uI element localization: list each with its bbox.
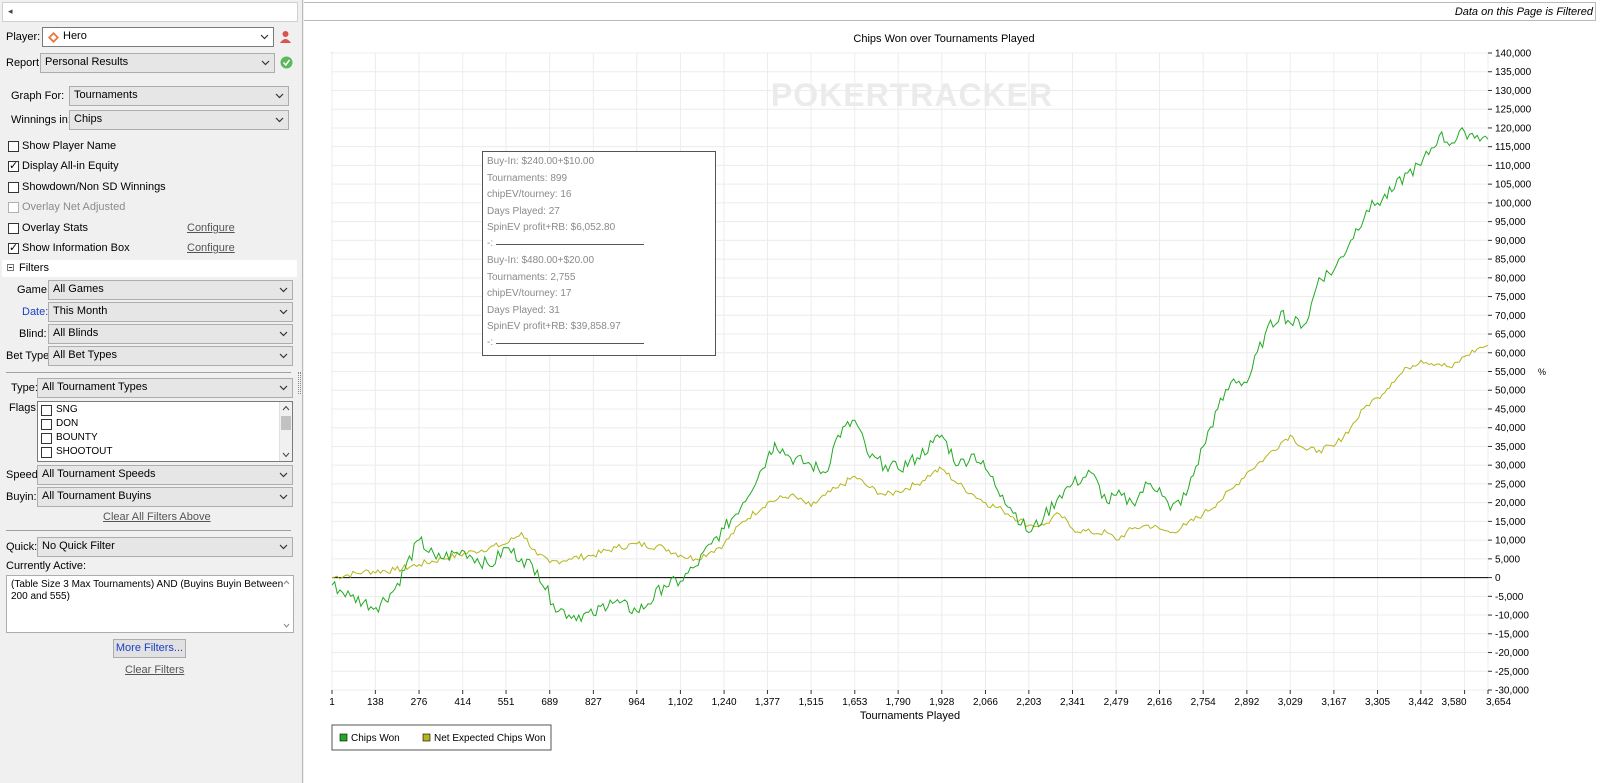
right-axis-label: % <box>1538 367 1546 377</box>
y-tick-label: 80,000 <box>1495 273 1526 284</box>
info-row: chipEV/tourney: 16 <box>487 189 572 200</box>
x-tick-label: 1,102 <box>668 697 693 708</box>
x-axis: 1 138 276 414 551 689 827 964 1,102 1,240 1,377 1,5… <box>329 690 1511 708</box>
y-tick-label: 90,000 <box>1495 236 1526 247</box>
x-tick-label: 3,580 <box>1442 697 1467 708</box>
x-tick-label: 1,790 <box>886 697 911 708</box>
x-tick-label: 2,616 <box>1147 697 1172 708</box>
x-tick-label: 3,305 <box>1365 697 1390 708</box>
y-tick-label: -15,000 <box>1495 629 1529 640</box>
y-tick-label: 55,000 <box>1495 367 1526 378</box>
info-row: Buy-In: $480.00+$20.00 <box>487 255 595 266</box>
legend-swatch-net-expected <box>422 733 431 742</box>
y-tick-label: 110,000 <box>1495 161 1531 172</box>
x-tick-label: 1,515 <box>799 697 824 708</box>
info-row: Days Played: 27 <box>487 206 560 217</box>
y-tick-label: 50,000 <box>1495 386 1526 397</box>
legend-swatch-chips-won <box>339 733 348 742</box>
y-tick-label: 125,000 <box>1495 105 1532 116</box>
x-axis-title: Tournaments Played <box>860 710 960 722</box>
x-tick-label: 138 <box>367 697 384 708</box>
y-tick-label: 100,000 <box>1495 198 1532 209</box>
x-tick-label: 1,240 <box>712 697 737 708</box>
y-tick-label: -5,000 <box>1495 592 1524 603</box>
info-divider <box>496 244 644 245</box>
y-tick-label: -20,000 <box>1495 648 1529 659</box>
x-tick-label: 2,892 <box>1234 697 1259 708</box>
x-tick-label: 3,654 <box>1486 697 1511 708</box>
y-tick-label: 25,000 <box>1495 479 1526 490</box>
y-tick-label: -25,000 <box>1495 667 1529 678</box>
x-tick-label: 3,167 <box>1321 697 1346 708</box>
x-tick-label: 689 <box>541 697 558 708</box>
y-tick-label: 140,000 <box>1495 49 1532 60</box>
legend-label: Net Expected Chips Won <box>434 733 546 744</box>
x-tick-label: 414 <box>454 697 471 708</box>
y-tick-label: 85,000 <box>1495 255 1526 266</box>
y-tick-label: 70,000 <box>1495 311 1526 322</box>
y-tick-label: 120,000 <box>1495 123 1532 134</box>
x-tick-label: 1,377 <box>755 697 780 708</box>
x-tick-label: 964 <box>628 697 645 708</box>
y-tick-label: 35,000 <box>1495 442 1526 453</box>
y-tick-label: 60,000 <box>1495 348 1526 359</box>
x-tick-label: 2,479 <box>1104 697 1129 708</box>
y-tick-label: 40,000 <box>1495 423 1526 434</box>
y-tick-label: 10,000 <box>1495 536 1526 547</box>
info-row: Buy-In: $240.00+$10.00 <box>487 156 595 167</box>
x-tick-label: 1 <box>329 697 335 708</box>
info-row: Days Played: 31 <box>487 305 560 316</box>
x-tick-label: 827 <box>585 697 602 708</box>
x-tick-label: 1,653 <box>842 697 867 708</box>
x-tick-label: 3,029 <box>1278 697 1303 708</box>
y-tick-label: 20,000 <box>1495 498 1526 509</box>
y-axis: 140,000 135,000 130,000 125,000 120,000 115,0… <box>1488 49 1532 697</box>
y-tick-label: 30,000 <box>1495 461 1526 472</box>
y-tick-label: 65,000 <box>1495 330 1526 341</box>
info-divider <box>496 343 644 344</box>
info-row: SpinEV profit+RB: $39,858.97 <box>487 321 621 332</box>
y-tick-label: 95,000 <box>1495 217 1526 228</box>
y-tick-label: 0 <box>1495 573 1501 584</box>
y-tick-label: 130,000 <box>1495 86 1532 97</box>
x-tick-label: 2,754 <box>1191 697 1216 708</box>
info-row: -: <box>487 337 494 348</box>
x-tick-label: 2,066 <box>973 697 998 708</box>
legend-label: Chips Won <box>351 733 400 744</box>
chart-title: Chips Won over Tournaments Played <box>853 33 1034 45</box>
info-row: Tournaments: 2,755 <box>487 272 576 283</box>
x-tick-label: 2,203 <box>1016 697 1041 708</box>
y-tick-label: 45,000 <box>1495 404 1526 415</box>
y-tick-label: 5,000 <box>1495 554 1520 565</box>
y-tick-label: -30,000 <box>1495 686 1529 697</box>
info-row: -: <box>487 238 494 249</box>
y-tick-label: -10,000 <box>1495 611 1529 622</box>
x-tick-label: 1,928 <box>929 697 954 708</box>
y-tick-label: 115,000 <box>1495 142 1531 153</box>
x-tick-label: 2,341 <box>1060 697 1085 708</box>
chips-won-chart: Chips Won over Tournaments Played POKERT… <box>329 33 1546 751</box>
info-row: SpinEV profit+RB: $6,052.80 <box>487 222 616 233</box>
info-row: Tournaments: 899 <box>487 173 568 184</box>
x-tick-label: 551 <box>498 697 515 708</box>
x-tick-label: 3,442 <box>1408 697 1433 708</box>
y-tick-label: 105,000 <box>1495 180 1532 191</box>
y-tick-label: 15,000 <box>1495 517 1526 528</box>
information-box[interactable]: Buy-In: $240.00+$10.00 Tournaments: 899 … <box>482 151 716 356</box>
info-row: chipEV/tourney: 17 <box>487 288 572 299</box>
y-tick-label: 135,000 <box>1495 67 1532 78</box>
y-tick-label: 75,000 <box>1495 292 1526 303</box>
x-tick-label: 276 <box>411 697 428 708</box>
watermark-logo: POKERTRACKER <box>771 77 1053 113</box>
